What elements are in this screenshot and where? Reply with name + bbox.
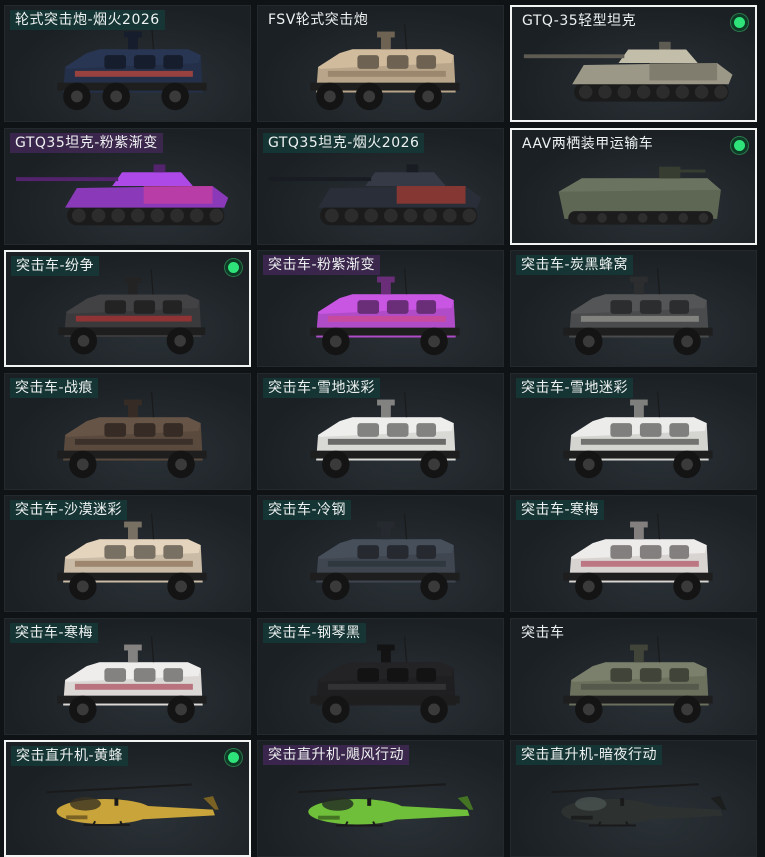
equipped-indicator-icon: [225, 259, 242, 276]
vehicle-skin-card[interactable]: 突击车: [510, 617, 757, 735]
vehicle-skin-card[interactable]: GTQ-35轻型坦克: [510, 5, 757, 122]
skin-name-label: 突击车-寒梅: [516, 500, 605, 520]
equipped-indicator-icon: [225, 749, 242, 766]
vehicle-skin-card[interactable]: 突击直升机-黄蜂: [4, 740, 251, 857]
vehicle-skin-card[interactable]: 轮式突击炮-烟火2026: [4, 5, 251, 122]
vehicle-skin-card[interactable]: 突击车-寒梅: [510, 495, 757, 612]
skin-name-label: AAV两栖装甲运输车: [522, 135, 654, 152]
skin-name-label: GTQ35坦克-烟火2026: [263, 132, 425, 153]
vehicle-skin-card[interactable]: 突击车-沙漠迷彩: [4, 495, 251, 612]
skin-name-label: 突击车-雪地迷彩: [263, 377, 381, 398]
skin-name-label: 突击直升机-黄蜂: [11, 746, 129, 766]
vehicle-skin-grid: 轮式突击炮-烟火2026 FSV轮式突击炮 GTQ-35轻型坦克 GTQ35坦克-粉紫…: [4, 5, 761, 857]
vehicle-skin-card[interactable]: 突击车-冷钢: [257, 495, 504, 612]
skin-name-label: 突击车-纷争: [11, 256, 100, 276]
vehicle-skin-card[interactable]: FSV轮式突击炮: [257, 5, 504, 122]
skin-name-label: 突击车-炭黑蜂窝: [516, 255, 634, 275]
vehicle-skin-card[interactable]: 突击车-纷争: [4, 250, 251, 367]
vehicle-skin-card[interactable]: GTQ35坦克-粉紫渐变: [4, 127, 251, 245]
skin-name-label: 突击车-钢琴黑: [263, 622, 366, 643]
skin-name-label: 突击车-粉紫渐变: [263, 255, 381, 275]
skin-name-label: 突击车-沙漠迷彩: [10, 500, 128, 520]
vehicle-skin-card[interactable]: 突击车-寒梅: [4, 617, 251, 735]
vehicle-skin-card[interactable]: 突击直升机-暗夜行动: [510, 740, 757, 857]
vehicle-skin-card[interactable]: 突击直升机-飓风行动: [257, 740, 504, 857]
skin-name-label: GTQ35坦克-粉紫渐变: [10, 132, 163, 153]
vehicle-skin-card[interactable]: 突击车-粉紫渐变: [257, 250, 504, 367]
vehicle-skin-card[interactable]: 突击车-炭黑蜂窝: [510, 250, 757, 367]
vehicle-skin-card[interactable]: 突击车-雪地迷彩: [510, 372, 757, 490]
skin-name-label: 突击车-战痕: [10, 377, 99, 398]
skin-name-label: 突击车-冷钢: [263, 500, 352, 520]
skin-name-label: 突击直升机-飓风行动: [263, 745, 410, 765]
equipped-indicator-icon: [731, 136, 748, 154]
skin-name-label: GTQ-35轻型坦克: [522, 13, 637, 29]
skin-name-label: FSV轮式突击炮: [268, 12, 369, 28]
vehicle-skin-card[interactable]: GTQ35坦克-烟火2026: [257, 127, 504, 245]
skin-name-label: 突击车-雪地迷彩: [516, 377, 634, 398]
skin-name-label: 轮式突击炮-烟火2026: [10, 10, 165, 30]
vehicle-skin-card[interactable]: 突击车-战痕: [4, 372, 251, 490]
vehicle-skin-card[interactable]: AAV两栖装甲运输车: [510, 127, 757, 245]
skin-name-label: 突击车-寒梅: [10, 622, 99, 643]
vehicle-skin-card[interactable]: 突击车-钢琴黑: [257, 617, 504, 735]
skin-name-label: 突击车: [521, 624, 565, 641]
skin-name-label: 突击直升机-暗夜行动: [516, 745, 663, 765]
vehicle-skin-card[interactable]: 突击车-雪地迷彩: [257, 372, 504, 490]
equipped-indicator-icon: [731, 14, 748, 31]
